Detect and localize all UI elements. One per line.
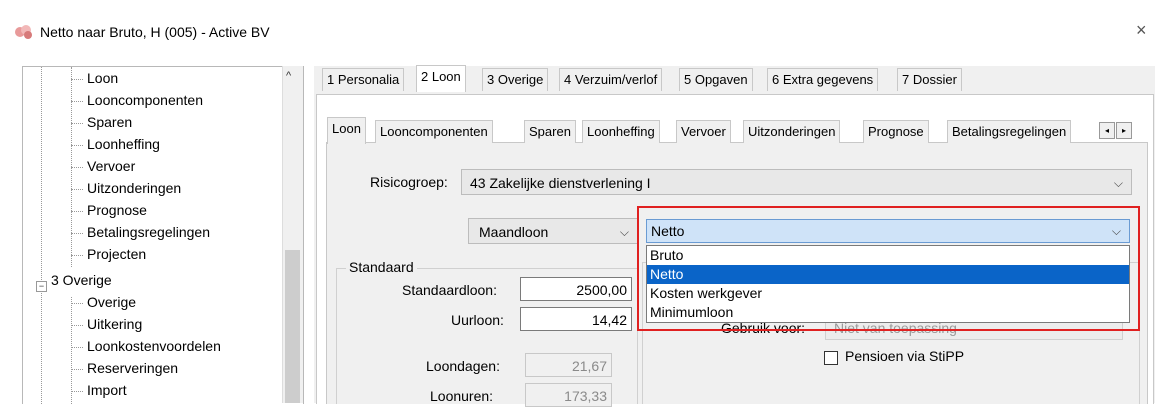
scroll-up-icon[interactable]: ^ [286,70,291,82]
tree-item-3-overige[interactable]: 3 Overige [51,272,112,288]
tree-item-projecten[interactable]: Projecten [87,246,146,262]
subtab-uitzonderingen[interactable]: Uitzonderingen [743,120,841,143]
collapse-icon[interactable]: − [36,281,47,292]
subtab-prognose[interactable]: Prognose [863,120,929,143]
close-icon[interactable]: × [1136,20,1147,41]
pensioen-label: Pensioen via StiPP [845,348,965,364]
window-title: Netto naar Bruto, H (005) - Active BV [40,24,270,40]
loonuren-label: Loonuren: [430,388,494,404]
app-logo-icon [14,24,34,40]
loonuren-input: 173,33 [525,383,612,407]
tab-scroll-right-icon[interactable]: ▸ [1116,122,1132,139]
tree-item-loonheffing[interactable]: Loonheffing [87,136,160,152]
tree-item-loonkostenvoordelen[interactable]: Loonkostenvoordelen [87,338,221,354]
uurloon-label: Uurloon: [451,312,504,328]
subtab-vervoer[interactable]: Vervoer [676,120,731,143]
tree-item-overige[interactable]: Overige [87,294,136,310]
loondagen-label: Loondagen: [426,358,500,374]
loontype-select[interactable]: Maandloon ⌵ [468,218,638,244]
tab-overige[interactable]: 3 Overige [482,68,549,91]
tree-item-uitzonderingen[interactable]: Uitzonderingen [87,180,181,196]
risicogroep-label: Risicogroep: [370,174,448,190]
subtab-looncomponenten[interactable]: Looncomponenten [375,120,493,143]
standaardloon-label: Standaardloon: [402,282,497,298]
tab-personalia[interactable]: 1 Personalia [322,68,405,91]
tab-opgaven[interactable]: 5 Opgaven [679,68,753,91]
chevron-down-icon: ⌵ [619,225,629,239]
highlight-box [637,206,1140,331]
tab-dossier[interactable]: 7 Dossier [897,68,962,91]
uurloon-input[interactable]: 14,42 [520,307,632,331]
tree-item-prognose[interactable]: Prognose [87,202,147,218]
loondagen-input: 21,67 [525,353,612,377]
tab-verzuim-verlof[interactable]: 4 Verzuim/verlof [559,68,663,91]
tree-item-uitkering[interactable]: Uitkering [87,316,142,332]
tree-item-sparen[interactable]: Sparen [87,114,132,130]
subtab-loonheffing[interactable]: Loonheffing [582,120,660,143]
tree-scrollbar-thumb[interactable] [285,250,300,403]
risicogroep-select[interactable]: 43 Zakelijke dienstverlening I ⌵ [461,169,1132,195]
standaard-group-title: Standaard [346,259,417,275]
tree-item-vervoer[interactable]: Vervoer [87,158,135,174]
tree-item-reserveringen[interactable]: Reserveringen [87,360,178,376]
subtab-betalingsregelingen[interactable]: Betalingsregelingen [947,120,1072,143]
tree-item-looncomponenten[interactable]: Looncomponenten [87,92,203,108]
subtab-loon[interactable]: Loon [327,117,366,144]
tab-scroll-left-icon[interactable]: ◂ [1099,122,1115,139]
pensioen-checkbox[interactable] [824,351,838,365]
tab-loon[interactable]: 2 Loon [416,65,466,92]
tree-item-loon[interactable]: Loon [87,70,118,86]
subtab-sparen[interactable]: Sparen [524,120,576,143]
risicogroep-value: 43 Zakelijke dienstverlening I [470,175,651,191]
navigation-tree: Loon Looncomponenten Sparen Loonheffing … [22,66,304,404]
chevron-down-icon: ⌵ [1113,176,1123,190]
tree-item-import[interactable]: Import [87,382,127,398]
loontype-value: Maandloon [479,224,549,240]
tab-extra-gegevens[interactable]: 6 Extra gegevens [767,68,879,91]
tree-item-betalingsregelingen[interactable]: Betalingsregelingen [87,224,210,240]
standaardloon-input[interactable]: 2500,00 [520,277,632,301]
